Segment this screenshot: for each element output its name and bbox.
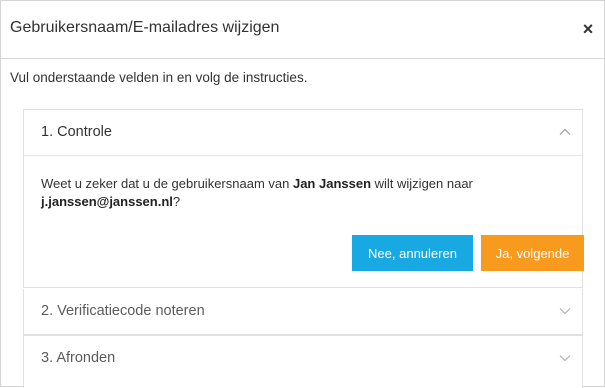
chevron-down-icon [559,355,571,362]
step-header-verificatiecode[interactable]: 2. Verificatiecode noteren [24,289,582,335]
dialog-header: Gebruikersnaam/E-mailadres wijzigen × [1,1,604,59]
cancel-button[interactable]: Nee, annuleren [352,235,473,271]
message-text: Weet u zeker dat u de gebruikersnaam van [41,176,293,191]
step-panel-verificatiecode: 2. Verificatiecode noteren [23,289,583,335]
message-text: ? [172,194,181,209]
step-title: 2. Verificatiecode noteren [41,303,205,319]
message-text: wilt wijzigen naar [371,176,473,191]
chevron-up-icon [559,128,571,135]
user-full-name: Jan Janssen [292,176,372,191]
step-panel-controle: 1. Controle Weet u zeker dat u de gebrui… [23,109,584,288]
chevron-down-icon [559,308,571,315]
step-header-afronden[interactable]: 3. Afronden [24,336,582,382]
intro-text: Vul onderstaande velden in en volg de in… [10,70,308,85]
new-username-email: j.janssen@janssen.nl [41,194,173,209]
dialog-title: Gebruikersnaam/E-mailadres wijzigen [10,19,280,36]
next-button[interactable]: Ja, volgende [481,235,584,271]
confirmation-message: Weet u zeker dat u de gebruikersnaam van… [41,175,561,211]
step-header-controle[interactable]: 1. Controle [24,110,582,156]
step-panel-afronden: 3. Afronden [23,335,583,388]
close-icon[interactable]: × [580,19,596,39]
change-username-dialog: Gebruikersnaam/E-mailadres wijzigen × Vu… [0,0,605,388]
step-title: 3. Afronden [41,350,116,366]
step-title: 1. Controle [41,124,112,140]
